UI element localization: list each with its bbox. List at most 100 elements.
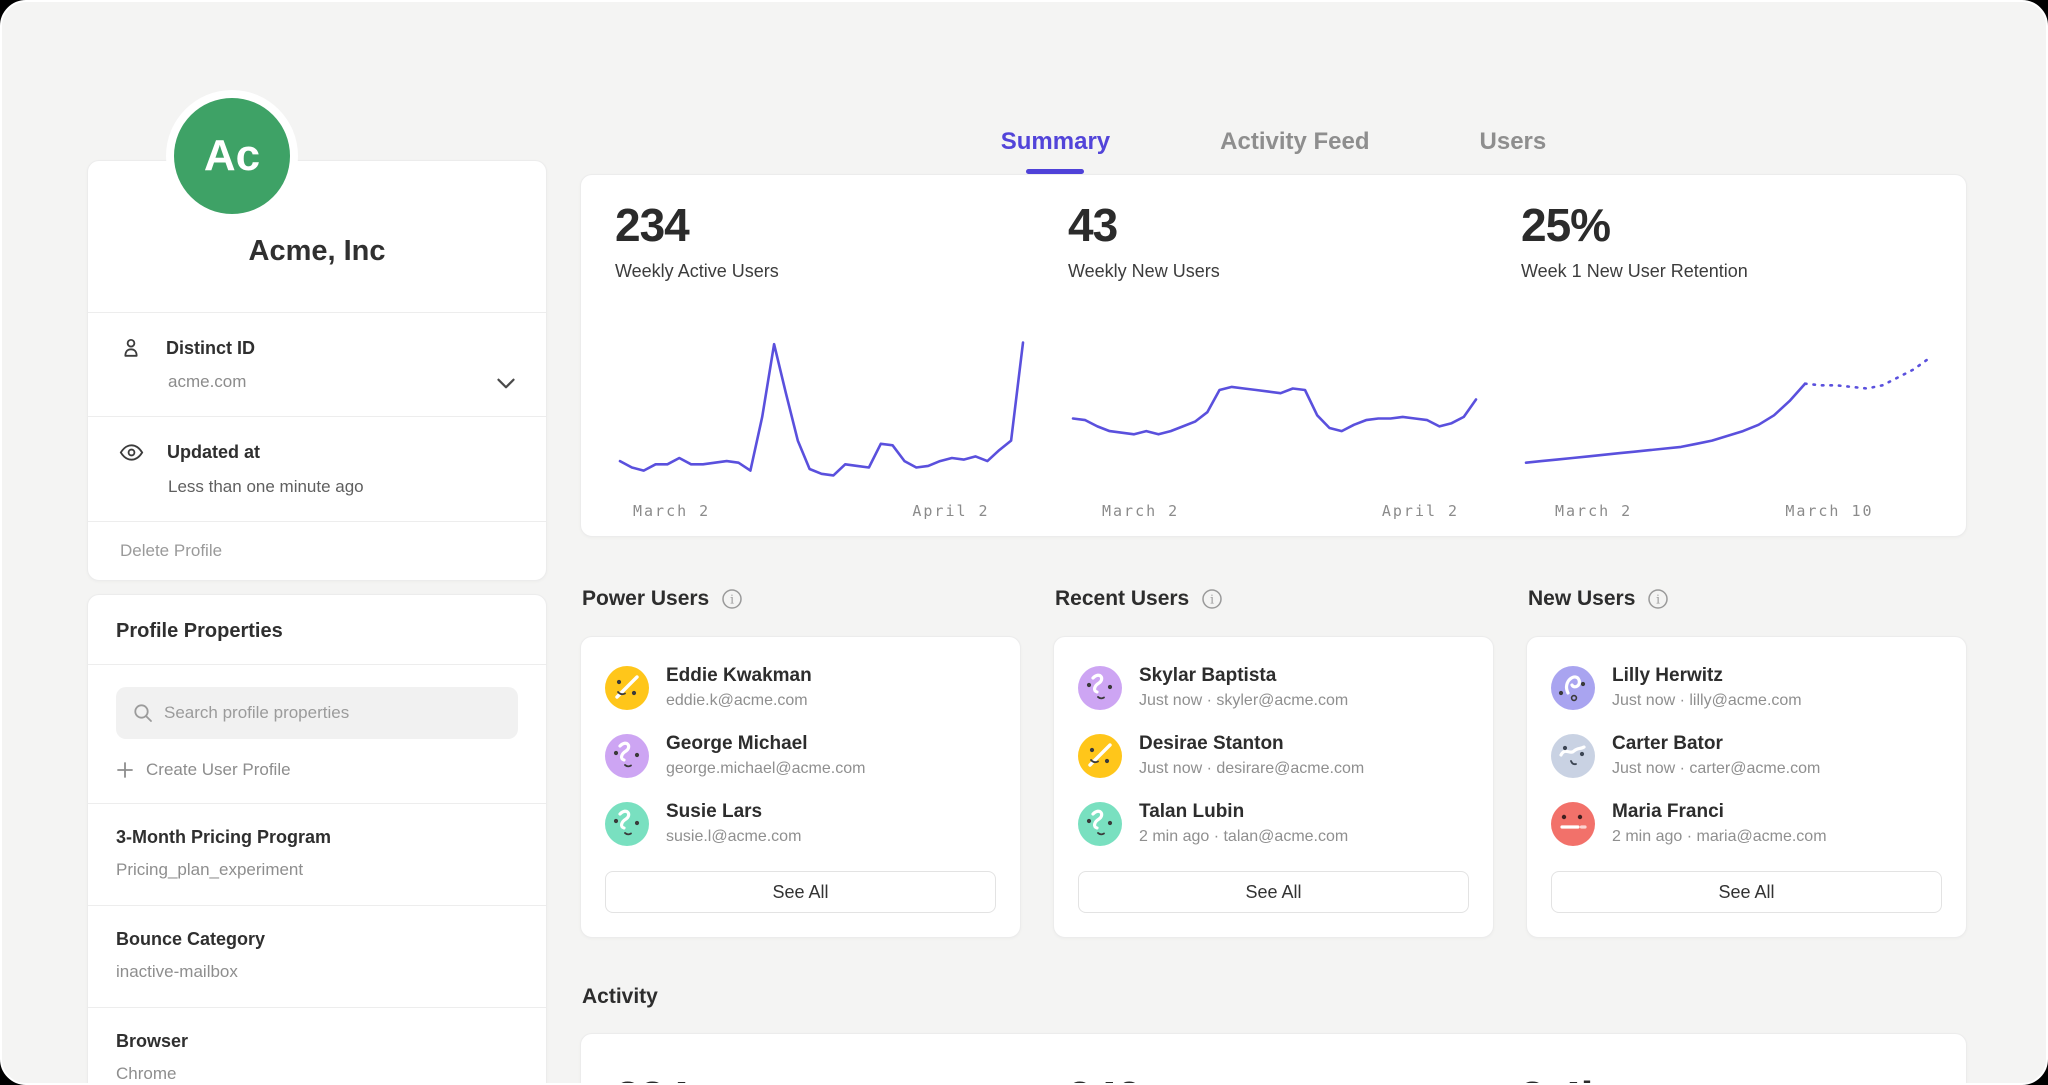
user-avatar [605, 666, 649, 710]
see-all-button[interactable]: See All [1078, 871, 1469, 913]
user-avatar [1078, 802, 1122, 846]
company-avatar-initials: Ac [174, 98, 290, 214]
x-tick: March 2 [1102, 502, 1179, 520]
tab-activity-feed[interactable]: Activity Feed [1220, 128, 1369, 174]
info-icon[interactable]: i [1201, 588, 1223, 610]
divider [88, 664, 546, 665]
distinct-id-row[interactable]: Distinct ID acme.com [88, 313, 546, 416]
main-content: Summary Activity Feed Users 234 Weekly A… [580, 2, 1967, 1085]
user-row[interactable]: Maria Franci 2 min ago · maria@acme.com [1551, 801, 1942, 846]
power-users-card: Eddie Kwakman eddie.k@acme.com George Mi… [580, 636, 1021, 938]
user-meta: Just now · desirare@acme.com [1139, 760, 1364, 778]
user-meta: Just now · lilly@acme.com [1612, 692, 1802, 710]
person-icon [118, 335, 144, 361]
user-row[interactable]: Talan Lubin 2 min ago · talan@acme.com [1078, 801, 1469, 846]
delete-profile-button[interactable]: Delete Profile [88, 522, 546, 580]
x-tick: April 2 [912, 502, 989, 520]
activity-card: 234 940 3.4k [580, 1033, 1967, 1085]
company-avatar: Ac [166, 90, 298, 222]
info-icon[interactable]: i [1647, 588, 1669, 610]
user-meta: 2 min ago · talan@acme.com [1139, 828, 1348, 846]
eye-icon [118, 439, 145, 466]
activity-title: Activity [580, 985, 1967, 1009]
create-user-profile-button[interactable]: Create User Profile [116, 760, 518, 780]
property-row[interactable]: Browser Chrome [88, 1007, 546, 1085]
user-name: Maria Franci [1612, 801, 1827, 823]
user-avatar [1078, 666, 1122, 710]
stat-week1-retention: 25% Week 1 New User Retention March 2 Ma… [1521, 201, 1934, 524]
user-name: Susie Lars [666, 801, 801, 823]
see-all-button[interactable]: See All [1551, 871, 1942, 913]
activity-stat: 3.4k [1520, 1074, 1932, 1085]
profile-properties-card: Profile Properties Create User Profile 3… [87, 594, 547, 1085]
chevron-down-icon[interactable] [496, 377, 516, 390]
user-meta: eddie.k@acme.com [666, 692, 812, 710]
search-input[interactable] [164, 703, 502, 723]
search-profile-properties[interactable] [116, 687, 518, 739]
user-row[interactable]: Lilly Herwitz Just now · lilly@acme.com [1551, 665, 1942, 710]
field-label: Distinct ID [166, 338, 255, 359]
updated-at-row: Updated at Less than one minute ago [88, 417, 546, 521]
user-row[interactable]: Desirae Stanton Just now · desirare@acme… [1078, 733, 1469, 778]
tab-bar: Summary Activity Feed Users [580, 2, 1967, 174]
property-value: inactive-mailbox [116, 962, 518, 982]
user-row[interactable]: George Michael george.michael@acme.com [605, 733, 996, 778]
user-row[interactable]: Eddie Kwakman eddie.k@acme.com [605, 665, 996, 710]
activity-stat: 234 [615, 1074, 1027, 1085]
stat-weekly-active-users: 234 Weekly Active Users March 2 April 2 [615, 201, 1028, 524]
profile-card: Acme, Inc Distinct ID acme.com [87, 160, 547, 581]
user-avatar [605, 802, 649, 846]
company-name: Acme, Inc [88, 161, 546, 312]
user-sections: Power Users i Eddie Kwakman eddie.k@acme… [580, 587, 1967, 938]
x-tick: April 2 [1382, 502, 1459, 520]
power-users-section: Power Users i Eddie Kwakman eddie.k@acme… [580, 587, 1021, 938]
property-row[interactable]: 3-Month Pricing Program Pricing_plan_exp… [88, 803, 546, 905]
stat-value: 25% [1521, 201, 1934, 249]
see-all-button[interactable]: See All [605, 871, 996, 913]
field-label: Updated at [167, 442, 260, 463]
app-frame: Ac Acme, Inc Distinct ID acme.com [0, 0, 2048, 1085]
weekly-active-users-chart [615, 320, 1028, 490]
user-avatar [1551, 734, 1595, 778]
stat-label: Week 1 New User Retention [1521, 261, 1934, 282]
property-name: Bounce Category [116, 929, 518, 950]
property-row[interactable]: Bounce Category inactive-mailbox [88, 905, 546, 1007]
section-title: New Users [1528, 587, 1635, 611]
x-axis-labels: March 2 April 2 [1068, 500, 1481, 524]
property-name: Browser [116, 1031, 518, 1052]
user-name: Eddie Kwakman [666, 665, 812, 687]
stat-label: Weekly New Users [1068, 261, 1481, 282]
new-users-card: Lilly Herwitz Just now · lilly@acme.com … [1526, 636, 1967, 938]
field-value: Less than one minute ago [168, 477, 514, 497]
user-meta: 2 min ago · maria@acme.com [1612, 828, 1827, 846]
profile-properties-title: Profile Properties [88, 595, 546, 664]
summary-card: 234 Weekly Active Users March 2 April 2 … [580, 174, 1967, 537]
user-avatar [1078, 734, 1122, 778]
tab-summary[interactable]: Summary [1001, 128, 1110, 174]
info-icon[interactable]: i [721, 588, 743, 610]
x-tick: March 10 [1785, 502, 1873, 520]
tab-users[interactable]: Users [1480, 128, 1547, 174]
search-icon [132, 702, 154, 724]
stat-value: 234 [615, 201, 1028, 249]
x-axis-labels: March 2 March 10 [1521, 500, 1934, 524]
property-value: Chrome [116, 1064, 518, 1084]
user-meta: george.michael@acme.com [666, 760, 865, 778]
svg-text:i: i [730, 593, 734, 607]
stat-weekly-new-users: 43 Weekly New Users March 2 April 2 [1068, 201, 1481, 524]
svg-text:i: i [1210, 593, 1214, 607]
user-name: George Michael [666, 733, 865, 755]
user-avatar [1551, 666, 1595, 710]
user-row[interactable]: Skylar Baptista Just now · skyler@acme.c… [1078, 665, 1469, 710]
user-row[interactable]: Carter Bator Just now · carter@acme.com [1551, 733, 1942, 778]
svg-text:i: i [1656, 593, 1660, 607]
user-avatar [605, 734, 649, 778]
create-user-profile-label: Create User Profile [146, 760, 291, 780]
user-name: Carter Bator [1612, 733, 1820, 755]
field-value: acme.com [168, 372, 514, 392]
new-users-section: New Users i Lilly Herwitz Just now · lil… [1526, 587, 1967, 938]
plus-icon [116, 761, 134, 779]
week1-retention-chart [1521, 320, 1934, 490]
user-row[interactable]: Susie Lars susie.l@acme.com [605, 801, 996, 846]
property-name: 3-Month Pricing Program [116, 827, 518, 848]
